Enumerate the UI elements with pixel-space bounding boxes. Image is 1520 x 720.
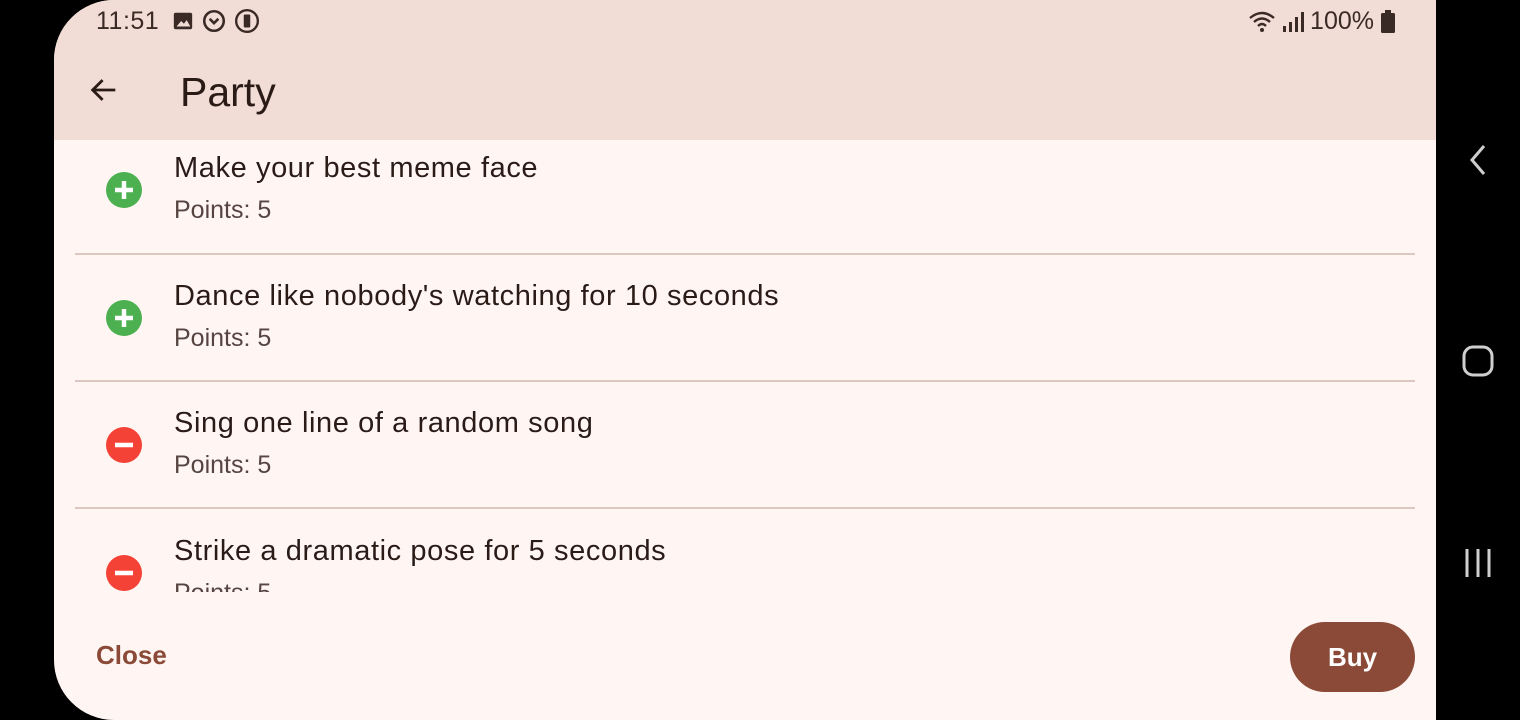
app-screen: 11:51 100% Party Make your best meme fac… — [54, 0, 1436, 720]
signal-icon — [1282, 10, 1305, 34]
status-bar: 11:51 100% — [54, 0, 1436, 44]
list-item[interactable]: Make your best meme face Points: 5 — [75, 140, 1415, 255]
sync-icon — [201, 8, 227, 34]
back-button[interactable] — [82, 68, 126, 112]
home-nav-icon — [1462, 345, 1494, 377]
page-title: Party — [180, 69, 276, 115]
arrow-left-icon — [90, 79, 116, 101]
home-nav-button[interactable] — [1458, 341, 1498, 381]
list-item[interactable]: Sing one line of a random song Points: 5 — [75, 382, 1415, 509]
item-points: Points: 5 — [174, 324, 272, 352]
list-item[interactable]: Dance like nobody's watching for 10 seco… — [75, 255, 1415, 382]
close-button[interactable]: Close — [96, 640, 167, 671]
recents-nav-icon — [1465, 549, 1491, 577]
item-title: Dance like nobody's watching for 10 seco… — [174, 280, 780, 312]
back-nav-icon — [1470, 145, 1486, 175]
image-icon — [172, 10, 194, 32]
challenge-list[interactable]: Make your best meme face Points: 5 Dance… — [75, 140, 1415, 592]
add-circle-icon[interactable] — [106, 300, 142, 336]
add-circle-icon[interactable] — [106, 172, 142, 208]
remove-circle-icon[interactable] — [106, 427, 142, 463]
item-points: Points: 5 — [174, 451, 272, 479]
item-title: Make your best meme face — [174, 152, 539, 184]
app-bar: 11:51 100% Party — [54, 0, 1436, 140]
battery-icon — [1380, 9, 1396, 34]
remove-circle-icon[interactable] — [106, 555, 142, 591]
item-points: Points: 5 — [174, 579, 271, 592]
item-title: Sing one line of a random song — [174, 407, 594, 439]
status-icons-left — [172, 8, 260, 34]
system-nav-bar — [1436, 0, 1520, 720]
item-title: Strike a dramatic pose for 5 seconds — [174, 535, 667, 567]
recents-nav-button[interactable] — [1458, 543, 1498, 583]
status-time: 11:51 — [96, 7, 160, 35]
wifi-icon — [1248, 10, 1276, 34]
battery-saver-icon — [234, 8, 260, 34]
status-icons-right: 100% — [1248, 7, 1396, 36]
list-item[interactable]: Strike a dramatic pose for 5 seconds Poi… — [75, 509, 1415, 592]
buy-button[interactable]: Buy — [1290, 622, 1415, 692]
back-nav-button[interactable] — [1458, 140, 1498, 180]
battery-level-text: 100% — [1310, 7, 1374, 35]
item-points: Points: 5 — [174, 196, 272, 224]
